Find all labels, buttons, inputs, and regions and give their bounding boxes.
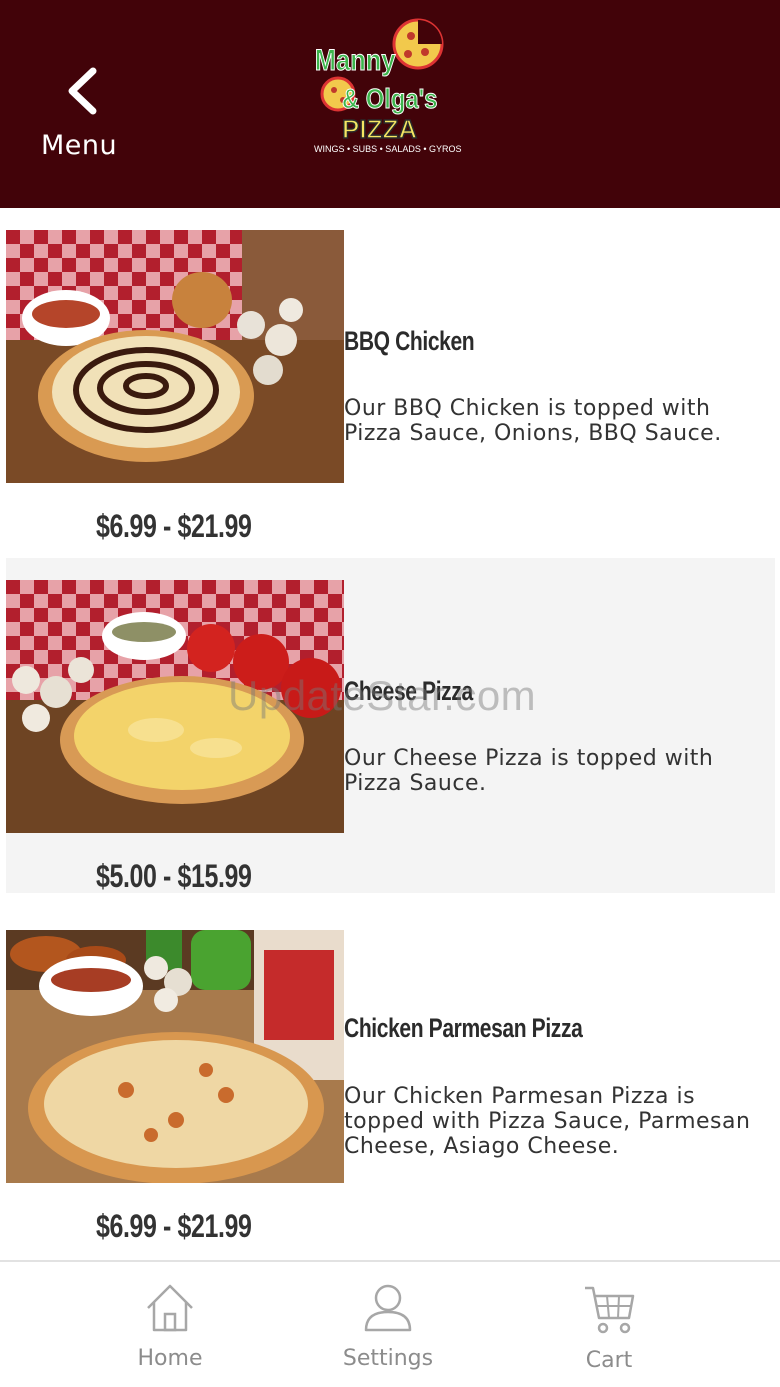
item-price: $6.99 - $21.99 xyxy=(96,508,252,544)
tab-home[interactable]: Home xyxy=(70,1262,270,1387)
item-description: Our Cheese Pizza is topped with Pizza Sa… xyxy=(344,746,714,796)
item-price: $6.99 - $21.99 xyxy=(96,1208,252,1244)
item-price: $5.00 - $15.99 xyxy=(96,858,252,894)
back-label: Menu xyxy=(41,130,118,161)
home-icon xyxy=(147,1284,193,1332)
restaurant-logo: Manny & Olga's PIZZA WINGS • SUBS • SALA… xyxy=(314,18,462,154)
item-photo xyxy=(6,580,344,833)
cart-icon xyxy=(585,1286,635,1334)
item-name: BBQ Chicken xyxy=(344,326,475,356)
tab-label: Settings xyxy=(342,1346,434,1371)
chevron-left-icon xyxy=(68,67,97,115)
item-photo xyxy=(6,230,344,483)
tab-label: Home xyxy=(137,1346,203,1371)
tab-cart[interactable]: Cart xyxy=(509,1262,709,1387)
item-name: Chicken Parmesan Pizza xyxy=(344,1013,583,1043)
item-name: Cheese Pizza xyxy=(344,676,473,706)
menu-item-list[interactable]: BBQ Chicken Our BBQ Chicken is topped wi… xyxy=(0,208,780,1260)
logo-text-3: PIZZA xyxy=(342,114,417,144)
menu-item-chicken-parmesan-pizza[interactable]: Chicken Parmesan Pizza Our Chicken Parme… xyxy=(6,908,775,1244)
item-photo xyxy=(6,930,344,1183)
header-bar: Menu Manny & Olga's PIZZA WINGS • SUBS •… xyxy=(0,0,780,208)
tab-settings[interactable]: Settings xyxy=(288,1262,488,1387)
bottom-tab-bar: Home Settings Cart xyxy=(0,1260,780,1387)
logo-tagline: WINGS • SUBS • SALADS • GYROS xyxy=(314,144,462,154)
logo-text-2: & Olga's xyxy=(342,82,438,114)
back-button[interactable]: Menu xyxy=(30,60,130,170)
user-icon xyxy=(364,1284,412,1332)
logo-text-1: Manny xyxy=(315,43,396,76)
item-description: Our BBQ Chicken is topped with Pizza Sau… xyxy=(344,396,722,446)
menu-item-bbq-chicken[interactable]: BBQ Chicken Our BBQ Chicken is topped wi… xyxy=(6,208,775,544)
item-description: Our Chicken Parmesan Pizza is topped wit… xyxy=(344,1084,751,1159)
tab-label: Cart xyxy=(585,1348,633,1373)
menu-item-cheese-pizza[interactable]: Cheese Pizza Our Cheese Pizza is topped … xyxy=(6,558,775,894)
